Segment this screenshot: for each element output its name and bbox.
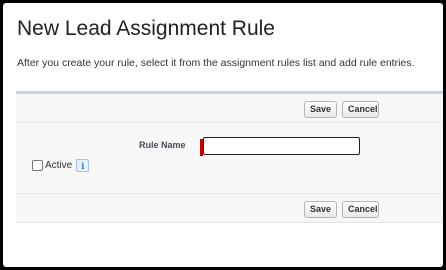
- active-label: Active: [45, 160, 73, 171]
- page-title: New Lead Assignment Rule: [17, 17, 275, 40]
- rule-name-input[interactable]: [203, 137, 360, 155]
- cancel-button-top[interactable]: Cancel: [342, 101, 379, 118]
- page-frame: New Lead Assignment Rule After you creat…: [3, 3, 443, 267]
- page-description: After you create your rule, select it fr…: [17, 57, 415, 69]
- cancel-button-bottom[interactable]: Cancel: [342, 201, 379, 218]
- save-button-bottom[interactable]: Save: [304, 201, 337, 218]
- active-checkbox[interactable]: [32, 160, 43, 171]
- rule-edit-panel: Save Cancel Rule Name Active i Save Canc…: [16, 91, 443, 223]
- top-button-bar: Save Cancel: [16, 94, 443, 123]
- active-field: Active i: [32, 159, 90, 172]
- rule-name-label: Rule Name: [139, 140, 186, 150]
- info-icon[interactable]: i: [76, 159, 90, 172]
- save-button-top[interactable]: Save: [304, 101, 337, 118]
- bottom-button-bar: Save Cancel: [16, 193, 443, 222]
